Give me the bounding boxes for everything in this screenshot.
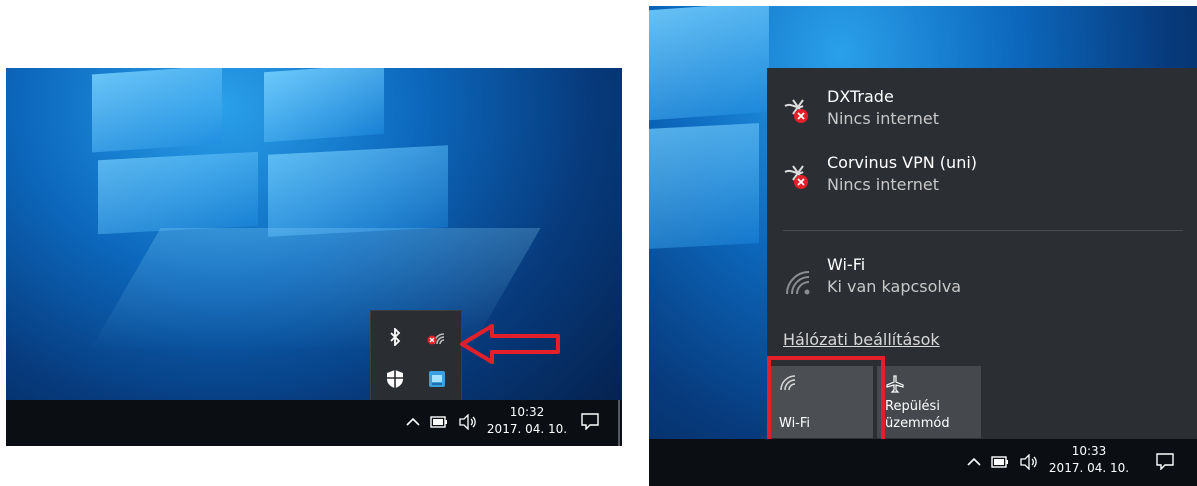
vpn-no-internet-icon (781, 96, 815, 130)
battery-icon[interactable] (991, 456, 1009, 468)
vpn-no-internet-icon (781, 162, 815, 196)
network-status: Nincs internet (827, 109, 940, 128)
taskbar-right: 10:33 2017. 04. 10. (649, 439, 1197, 486)
tray-overflow-popup (370, 310, 462, 404)
show-hidden-icons-chevron-icon[interactable] (967, 457, 981, 467)
action-center-icon[interactable] (1155, 452, 1175, 470)
taskbar-left: 10:32 2017. 04. 10. (6, 400, 622, 446)
annotation-highlight-box (767, 356, 885, 448)
flyout-divider (783, 230, 1183, 231)
battery-icon[interactable] (430, 416, 448, 428)
network-name: Wi-Fi (827, 255, 866, 274)
annotation-arrow-icon (460, 324, 560, 364)
wallpaper-pane (98, 151, 258, 235)
tile-label-line2: üzemmód (885, 416, 950, 431)
clock-time: 10:32 (509, 405, 545, 419)
show-desktop-edge[interactable] (618, 400, 620, 446)
network-item-corvinus-vpn[interactable]: Corvinus VPN (uni) Nincs internet (781, 152, 977, 196)
app-icon[interactable] (425, 367, 449, 391)
wallpaper-pane (92, 68, 222, 153)
network-name: DXTrade (827, 87, 894, 106)
action-center-icon[interactable] (580, 412, 600, 430)
taskbar-tray-right (967, 454, 1039, 470)
network-item-dxtrade[interactable]: DXTrade Nincs internet (781, 86, 939, 130)
network-name: Corvinus VPN (uni) (827, 153, 978, 172)
wifi-off-icon (781, 264, 815, 298)
wallpaper-pane (264, 68, 384, 143)
airplane-mode-quick-action-tile[interactable]: Repülési üzemmód (877, 366, 981, 438)
volume-icon[interactable] (1019, 454, 1039, 470)
network-item-wifi[interactable]: Wi-Fi Ki van kapcsolva (781, 254, 961, 298)
show-hidden-icons-chevron-icon[interactable] (406, 417, 420, 427)
taskbar-clock[interactable]: 10:32 2017. 04. 10. (482, 404, 572, 438)
desktop-right: DXTrade Nincs internet Corvinus VPN (uni… (649, 6, 1197, 486)
airplane-icon (885, 374, 905, 398)
desktop-left: 10:32 2017. 04. 10. (6, 68, 622, 446)
network-settings-link[interactable]: Hálózati beállítások (783, 330, 940, 349)
network-disconnected-icon[interactable] (425, 325, 449, 349)
clock-date: 2017. 04. 10. (1048, 461, 1130, 475)
tile-label-line1: Repülési (885, 399, 940, 414)
clock-date: 2017. 04. 10. (486, 422, 568, 436)
wallpaper-pane (649, 6, 769, 121)
security-shield-icon[interactable] (383, 367, 407, 391)
clock-time: 10:33 (1071, 444, 1107, 458)
bluetooth-icon[interactable] (383, 325, 407, 349)
network-status: Nincs internet (827, 175, 940, 194)
wallpaper-pane (268, 145, 448, 237)
taskbar-clock[interactable]: 10:33 2017. 04. 10. (1041, 443, 1137, 477)
network-status: Ki van kapcsolva (827, 277, 962, 296)
wallpaper-pane (649, 123, 759, 249)
taskbar-tray-left (406, 414, 478, 430)
volume-icon[interactable] (458, 414, 478, 430)
